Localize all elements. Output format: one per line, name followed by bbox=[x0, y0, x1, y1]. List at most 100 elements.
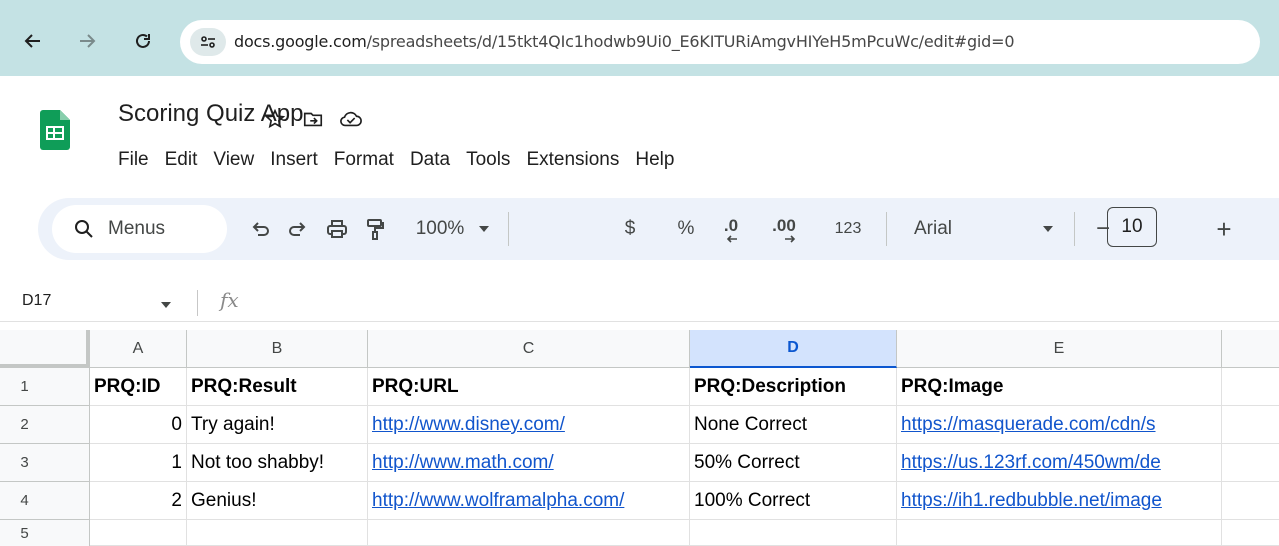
address-bar[interactable]: docs.google.com/spreadsheets/d/15tkt4QIc… bbox=[180, 20, 1260, 64]
site-info-button[interactable] bbox=[190, 28, 226, 56]
menu-data[interactable]: Data bbox=[410, 146, 450, 174]
cell-a2[interactable]: 0 bbox=[90, 406, 187, 444]
select-all-corner[interactable] bbox=[0, 330, 90, 368]
sheets-logo-icon bbox=[40, 110, 70, 150]
column-header-f[interactable] bbox=[1222, 330, 1279, 368]
star-icon bbox=[264, 108, 286, 129]
redo-icon bbox=[289, 222, 306, 236]
cell-b3[interactable]: Not too shabby! bbox=[187, 444, 368, 482]
url-path: /spreadsheets/d/15tkt4QIc1hodwb9Ui0_E6KI… bbox=[366, 32, 1015, 51]
cloud-status-button[interactable] bbox=[338, 106, 364, 132]
search-menus-button[interactable]: Menus bbox=[52, 205, 227, 253]
cell-a1[interactable]: PRQ:ID bbox=[90, 368, 187, 406]
increase-font-size-button[interactable]: + bbox=[1212, 214, 1236, 244]
caret-down-icon bbox=[161, 302, 171, 308]
row-header-5[interactable]: 5 bbox=[0, 520, 90, 546]
menu-extensions[interactable]: Extensions bbox=[526, 146, 619, 174]
font-family-value[interactable]: Arial bbox=[914, 214, 974, 244]
cell-e3[interactable]: https://us.123rf.com/450wm/de bbox=[897, 444, 1222, 482]
cell-e5[interactable] bbox=[897, 520, 1222, 546]
menu-file[interactable]: File bbox=[118, 146, 149, 174]
menu-help[interactable]: Help bbox=[635, 146, 674, 174]
browser-url-bar: docs.google.com/spreadsheets/d/15tkt4QIc… bbox=[0, 0, 1279, 76]
cell-c1[interactable]: PRQ:URL bbox=[368, 368, 690, 406]
back-arrow-icon bbox=[24, 34, 40, 48]
redo-button[interactable] bbox=[284, 214, 312, 244]
column-header-e[interactable]: E bbox=[897, 330, 1222, 368]
toolbar-divider bbox=[886, 212, 887, 246]
name-box-dropdown[interactable] bbox=[160, 296, 172, 314]
currency-button[interactable]: $ bbox=[620, 214, 640, 244]
paint-format-button[interactable] bbox=[360, 214, 390, 244]
cell-d1[interactable]: PRQ:Description bbox=[690, 368, 897, 406]
menu-view[interactable]: View bbox=[213, 146, 254, 174]
forward-button[interactable] bbox=[74, 28, 100, 54]
cell-e4[interactable]: https://ih1.redbubble.net/image bbox=[897, 482, 1222, 520]
undo-button[interactable] bbox=[246, 214, 274, 244]
cell-b4[interactable]: Genius! bbox=[187, 482, 368, 520]
name-box[interactable]: D17 bbox=[22, 292, 51, 310]
cell-d3[interactable]: 50% Correct bbox=[690, 444, 897, 482]
caret-down-icon bbox=[1043, 226, 1053, 232]
arrow-right-icon bbox=[785, 235, 796, 243]
increase-decimal-button[interactable]: .00 bbox=[764, 214, 804, 244]
row-header-3[interactable]: 3 bbox=[0, 444, 90, 482]
column-header-b[interactable]: B bbox=[187, 330, 368, 368]
cell-d4[interactable]: 100% Correct bbox=[690, 482, 897, 520]
fx-icon: fx bbox=[220, 288, 239, 312]
cell-a3[interactable]: 1 bbox=[90, 444, 187, 482]
cell-e1[interactable]: PRQ:Image bbox=[897, 368, 1222, 406]
row-header-4[interactable]: 4 bbox=[0, 482, 90, 520]
cell-d2[interactable]: None Correct bbox=[690, 406, 897, 444]
cell-a4[interactable]: 2 bbox=[90, 482, 187, 520]
sheets-logo[interactable] bbox=[40, 110, 70, 150]
number-format-button[interactable]: 123 bbox=[828, 214, 868, 244]
cell-c2[interactable]: http://www.disney.com/ bbox=[368, 406, 690, 444]
cell-b1[interactable]: PRQ:Result bbox=[187, 368, 368, 406]
search-menus-label: Menus bbox=[108, 218, 166, 239]
decrease-decimal-label: .0 bbox=[723, 216, 739, 235]
cell-c3[interactable]: http://www.math.com/ bbox=[368, 444, 690, 482]
cell-f3[interactable] bbox=[1222, 444, 1279, 482]
menu-tools[interactable]: Tools bbox=[466, 146, 510, 174]
menu-edit[interactable]: Edit bbox=[165, 146, 198, 174]
cell-f1[interactable] bbox=[1222, 368, 1279, 406]
toolbar: Menus 100% $ % .0 .00 123 Arial − + bbox=[38, 198, 1279, 260]
cell-c5[interactable] bbox=[368, 520, 690, 546]
font-family-dropdown[interactable] bbox=[1038, 214, 1058, 244]
menu-insert[interactable]: Insert bbox=[270, 146, 318, 174]
cell-d5[interactable] bbox=[690, 520, 897, 546]
cell-f4[interactable] bbox=[1222, 482, 1279, 520]
reload-button[interactable] bbox=[130, 28, 156, 54]
decrease-decimal-button[interactable]: .0 bbox=[716, 214, 746, 244]
row-header-1[interactable]: 1 bbox=[0, 368, 90, 406]
font-size-input[interactable]: 10 bbox=[1107, 207, 1157, 247]
cell-c4[interactable]: http://www.wolframalpha.com/ bbox=[368, 482, 690, 520]
menu-format[interactable]: Format bbox=[334, 146, 394, 174]
cell-a5[interactable] bbox=[90, 520, 187, 546]
zoom-value[interactable]: 100% bbox=[410, 214, 470, 244]
percent-button[interactable]: % bbox=[674, 214, 698, 244]
tune-icon bbox=[201, 36, 215, 48]
column-header-d[interactable]: D bbox=[690, 330, 897, 368]
column-header-a[interactable]: A bbox=[90, 330, 187, 368]
paint-format-icon bbox=[367, 219, 384, 240]
cell-e2[interactable]: https://masquerade.com/cdn/s bbox=[897, 406, 1222, 444]
zoom-dropdown[interactable] bbox=[474, 214, 494, 244]
back-button[interactable] bbox=[20, 28, 46, 54]
print-button[interactable] bbox=[322, 214, 352, 244]
cell-b2[interactable]: Try again! bbox=[187, 406, 368, 444]
cell-f2[interactable] bbox=[1222, 406, 1279, 444]
search-icon bbox=[75, 220, 93, 238]
cloud-done-icon bbox=[340, 111, 362, 127]
spreadsheet-grid: A B C D E 1 PRQ:ID PRQ:Result PRQ:URL PR… bbox=[0, 330, 1279, 546]
column-header-c[interactable]: C bbox=[368, 330, 690, 368]
toolbar-divider bbox=[1074, 212, 1075, 246]
cell-b5[interactable] bbox=[187, 520, 368, 546]
increase-decimal-label: .00 bbox=[772, 216, 796, 235]
star-button[interactable] bbox=[262, 106, 288, 132]
cell-f5[interactable] bbox=[1222, 520, 1279, 546]
row-header-2[interactable]: 2 bbox=[0, 406, 90, 444]
toolbar-divider bbox=[508, 212, 509, 246]
move-button[interactable] bbox=[300, 106, 326, 132]
